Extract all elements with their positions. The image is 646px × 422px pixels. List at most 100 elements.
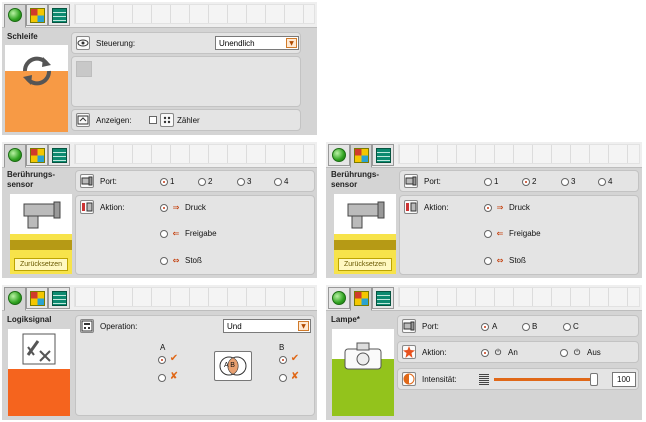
input-b-true-radio[interactable]: [279, 356, 287, 364]
port-radio-b[interactable]: [522, 323, 530, 331]
action-radio-release[interactable]: [484, 230, 492, 238]
chevron-down-icon[interactable]: ▼: [286, 38, 297, 48]
action-area: Aktion: ⇒ Druck ⇐ Freigabe ⇔ Stoß: [399, 195, 639, 275]
reset-button[interactable]: Zurücksetzen: [338, 258, 392, 271]
venn-box: A B: [214, 351, 252, 381]
port-label-2: 2: [208, 177, 213, 186]
action-icon: [80, 200, 94, 214]
action-radio-bump[interactable]: [484, 257, 492, 265]
tab-program[interactable]: [4, 144, 26, 168]
port-label: Port:: [422, 322, 439, 331]
eye-icon: [76, 36, 90, 50]
condition-area: [71, 56, 301, 107]
block-title: Lampe*: [331, 315, 360, 324]
tab-data[interactable]: [48, 144, 70, 166]
counter-checkbox[interactable]: [149, 116, 157, 124]
port-radio-a[interactable]: [481, 323, 489, 331]
chevron-down-icon[interactable]: ▼: [298, 321, 309, 331]
tab-program[interactable]: [4, 287, 26, 311]
control-value: Unendlich: [219, 39, 255, 48]
operation-value: Und: [227, 322, 242, 331]
program-tab-icon: [332, 291, 346, 305]
program-tab-icon: [332, 148, 346, 162]
input-a-true-radio[interactable]: [158, 356, 166, 364]
action-radio-on[interactable]: [481, 349, 489, 357]
intensity-slider-handle[interactable]: [590, 373, 598, 386]
input-a-false-radio[interactable]: [158, 374, 166, 382]
port-radio-3[interactable]: [561, 178, 569, 186]
intensity-slider-track[interactable]: [494, 378, 594, 381]
tab-palette[interactable]: [350, 144, 372, 168]
loop-block-panel: Schleife Steuerung: Unendlich ▼ Anzeigen…: [2, 2, 317, 135]
tab-palette[interactable]: [26, 144, 48, 166]
block-icon-area: Zurücksetzen: [334, 194, 396, 274]
action-radio-bump[interactable]: [160, 257, 168, 265]
tab-program[interactable]: [4, 4, 26, 28]
block-title: Logiksignal: [7, 315, 52, 324]
intensity-value-input[interactable]: 100: [612, 372, 636, 387]
port-label: Port:: [424, 177, 441, 186]
action-row: Aktion: ⏻ An ⏻ Aus: [397, 341, 639, 363]
tab-palette[interactable]: [26, 287, 48, 309]
data-tab-icon: [52, 291, 67, 306]
press-icon: ⇒: [496, 203, 504, 212]
action-icon: [404, 200, 418, 214]
action-label-press: Druck: [509, 203, 530, 212]
reset-button[interactable]: Zurücksetzen: [14, 258, 68, 271]
block-title: Berührungs- sensor: [331, 170, 379, 189]
port-radio-2[interactable]: [522, 178, 530, 186]
port-radio-1[interactable]: [484, 178, 492, 186]
block-title: Berührungs- sensor: [7, 170, 55, 189]
operation-select[interactable]: Und ▼: [223, 319, 311, 333]
tab-palette[interactable]: [350, 287, 372, 311]
tab-data[interactable]: [372, 287, 394, 309]
data-tab-icon: [52, 8, 67, 23]
tab-data[interactable]: [48, 287, 70, 309]
control-row: Steuerung: Unendlich ▼: [71, 32, 301, 54]
port-radio-c[interactable]: [563, 323, 571, 331]
action-label: Aktion:: [424, 203, 449, 212]
tab-program[interactable]: [328, 144, 350, 166]
intensity-label: Intensität:: [422, 375, 457, 384]
intensity-slider-fill: [494, 378, 594, 381]
show-label: Anzeigen:: [96, 116, 132, 125]
action-radio-release[interactable]: [160, 230, 168, 238]
block-title: Schleife: [7, 32, 38, 41]
action-radio-off[interactable]: [560, 349, 568, 357]
venn-label: A B: [224, 362, 235, 369]
touch-sensor-panel-1: Berührungs- sensor Zurücksetzen Port: 1 …: [2, 142, 317, 278]
program-tab-icon: [8, 8, 22, 22]
tab-data[interactable]: [372, 144, 394, 166]
port-row: Port: 1 2 3 4: [399, 170, 639, 192]
port-radio-4[interactable]: [274, 178, 282, 186]
block-icon-area: [8, 329, 70, 416]
control-select[interactable]: Unendlich ▼: [215, 36, 299, 50]
port-radio-2[interactable]: [198, 178, 206, 186]
tab-bar: [2, 2, 317, 28]
action-label-release: Freigabe: [509, 229, 541, 238]
tab-data[interactable]: [48, 4, 70, 26]
sensor-level-bar: [10, 240, 72, 250]
port-label-c: C: [573, 322, 579, 331]
condition-placeholder: [76, 61, 92, 77]
port-radio-3[interactable]: [237, 178, 245, 186]
release-icon: ⇐: [496, 229, 504, 238]
action-area: Aktion: ⇒ Druck ⇐ Freigabe ⇔ Stoß: [75, 195, 315, 275]
tab-program[interactable]: [328, 287, 350, 309]
control-label: Steuerung:: [96, 39, 136, 48]
action-radio-press[interactable]: [160, 204, 168, 212]
logic-icon: [22, 333, 56, 365]
cross-icon: ✘: [290, 371, 300, 382]
palette-tab-icon: [354, 291, 369, 306]
input-b-false-radio[interactable]: [279, 374, 287, 382]
action-radio-press[interactable]: [484, 204, 492, 212]
checkmark-icon: ✔: [169, 353, 179, 364]
show-row: Anzeigen: Zähler: [71, 109, 301, 131]
bump-icon: ⇔: [496, 256, 504, 265]
port-radio-1[interactable]: [160, 178, 168, 186]
tab-palette[interactable]: [26, 4, 48, 26]
port-radio-4[interactable]: [598, 178, 606, 186]
logic-area: Operation: Und ▼ A ✔ ✘ A B B ✔ ✘: [75, 315, 315, 416]
action-label-bump: Stoß: [185, 256, 202, 265]
loop-arrows-icon: [22, 56, 52, 86]
